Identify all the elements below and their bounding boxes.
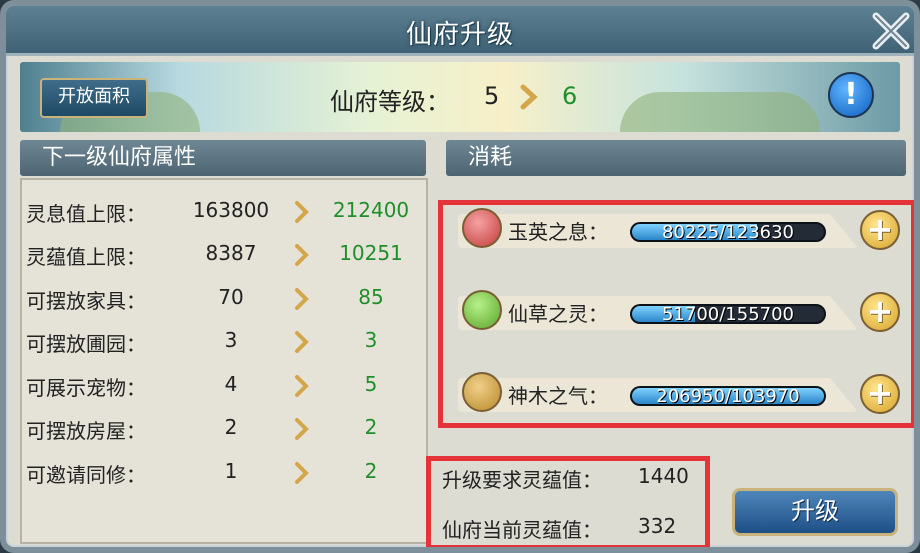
level-next: 6 bbox=[562, 82, 578, 110]
attribute-row: 可摆放房屋： 2 2 bbox=[26, 415, 406, 445]
current-value: 332 bbox=[638, 514, 677, 538]
herb-spirit-icon bbox=[462, 290, 502, 330]
attribute-label: 可摆放家具： bbox=[26, 289, 146, 313]
cost-row: 玉英之息： 80225/123630 + bbox=[446, 208, 914, 252]
add-button[interactable]: + bbox=[860, 374, 900, 414]
attribute-current: 2 bbox=[224, 415, 238, 439]
attribute-current: 8387 bbox=[205, 241, 257, 265]
jade-essence-icon bbox=[462, 208, 502, 248]
attributes-panel bbox=[20, 178, 428, 544]
attribute-current: 4 bbox=[224, 372, 238, 396]
cost-progress-bar: 206950/103970 bbox=[630, 386, 826, 406]
title-bar: 仙府升级 bbox=[6, 6, 914, 56]
current-label: 仙府当前灵蕴值： bbox=[442, 518, 602, 542]
dialog-title: 仙府升级 bbox=[405, 20, 514, 50]
chevron-right-icon bbox=[295, 418, 309, 440]
cost-row: 神木之气： 206950/103970 + bbox=[446, 372, 914, 416]
banner-hill bbox=[620, 92, 820, 132]
level-current: 5 bbox=[484, 82, 500, 110]
required-value: 1440 bbox=[638, 464, 689, 488]
chevron-right-icon bbox=[295, 462, 309, 484]
cost-name: 仙草之灵： bbox=[508, 302, 608, 326]
chevron-right-icon bbox=[520, 84, 538, 110]
attribute-next: 5 bbox=[364, 372, 378, 396]
attribute-current: 70 bbox=[218, 285, 244, 309]
attribute-label: 可摆放房屋： bbox=[26, 419, 146, 443]
attribute-current: 163800 bbox=[192, 198, 270, 222]
open-area-button[interactable]: 开放面积 bbox=[40, 78, 148, 118]
upgrade-dialog: 仙府升级 开放面积 仙府等级： 5 6 ! 下一级仙府属性 消耗 灵息值上限： … bbox=[0, 0, 920, 553]
info-icon[interactable]: ! bbox=[828, 72, 874, 118]
cost-progress-bar: 80225/123630 bbox=[630, 222, 826, 242]
attribute-row: 可摆放圃园： 3 3 bbox=[26, 328, 406, 358]
attribute-next: 10251 bbox=[339, 241, 403, 265]
attribute-label: 可摆放圃园： bbox=[26, 332, 146, 356]
attribute-label: 灵蕴值上限： bbox=[26, 245, 146, 269]
next-level-attributes-header: 下一级仙府属性 bbox=[20, 140, 426, 176]
cost-name: 神木之气： bbox=[508, 384, 608, 408]
level-label: 仙府等级： bbox=[330, 88, 450, 116]
cost-name: 玉英之息： bbox=[508, 220, 608, 244]
add-button[interactable]: + bbox=[860, 210, 900, 250]
attribute-row: 可展示宠物： 4 5 bbox=[26, 372, 406, 402]
attribute-label: 可邀请同修： bbox=[26, 463, 146, 487]
cost-progress-text: 51700/155700 bbox=[661, 304, 795, 324]
upgrade-button[interactable]: 升级 bbox=[732, 488, 898, 536]
cost-progress-text: 80225/123630 bbox=[661, 222, 795, 242]
attribute-next: 2 bbox=[364, 459, 378, 483]
chevron-right-icon bbox=[295, 201, 309, 223]
chevron-right-icon bbox=[295, 375, 309, 397]
attribute-next: 85 bbox=[358, 285, 384, 309]
attribute-current: 3 bbox=[224, 328, 238, 352]
required-value-row: 升级要求灵蕴值： 1440 bbox=[442, 464, 689, 493]
close-icon[interactable] bbox=[868, 8, 914, 54]
attribute-row: 灵蕴值上限： 8387 10251 bbox=[26, 241, 406, 271]
cost-progress-text: 206950/103970 bbox=[656, 386, 800, 406]
chevron-right-icon bbox=[295, 244, 309, 266]
attribute-row: 可摆放家具： 70 85 bbox=[26, 285, 406, 315]
chevron-right-icon bbox=[295, 288, 309, 310]
banner bbox=[20, 62, 900, 132]
divine-wood-icon bbox=[462, 372, 502, 412]
cost-progress-bar: 51700/155700 bbox=[630, 304, 826, 324]
attribute-row: 灵息值上限： 163800 212400 bbox=[26, 198, 409, 228]
attribute-row: 可邀请同修： 1 2 bbox=[26, 459, 406, 489]
attribute-next: 2 bbox=[364, 415, 378, 439]
current-value-row: 仙府当前灵蕴值： 332 bbox=[442, 514, 676, 543]
attribute-label: 灵息值上限： bbox=[26, 202, 146, 226]
add-button[interactable]: + bbox=[860, 292, 900, 332]
attribute-current: 1 bbox=[224, 459, 238, 483]
attribute-label: 可展示宠物： bbox=[26, 376, 146, 400]
consumption-header: 消耗 bbox=[446, 140, 906, 176]
chevron-right-icon bbox=[295, 331, 309, 353]
attribute-next: 212400 bbox=[332, 198, 410, 222]
attribute-next: 3 bbox=[364, 328, 378, 352]
required-label: 升级要求灵蕴值： bbox=[442, 468, 602, 492]
cost-row: 仙草之灵： 51700/155700 + bbox=[446, 290, 914, 334]
